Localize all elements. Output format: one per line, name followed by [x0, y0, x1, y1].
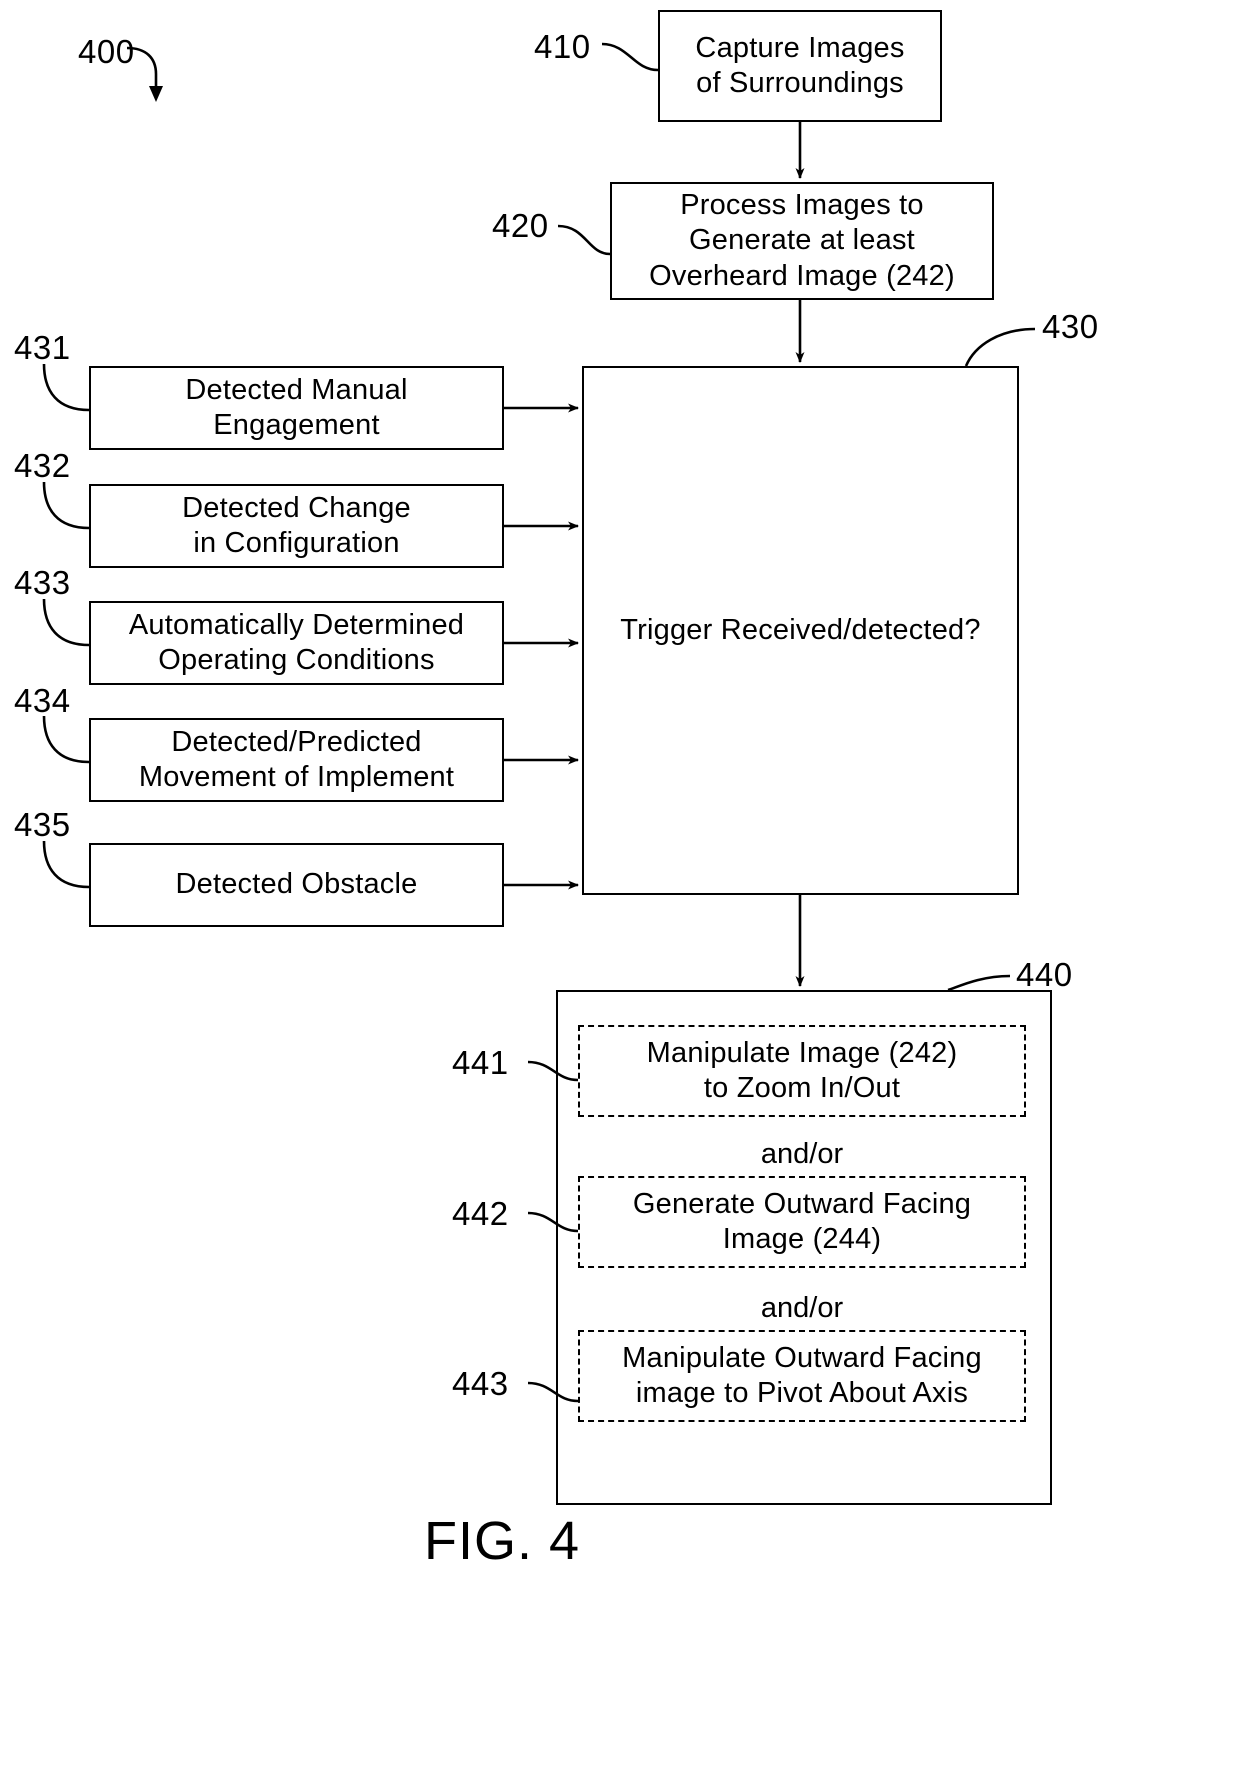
leader-431	[42, 363, 90, 412]
ref-label-431: 431	[14, 329, 71, 366]
node-manipulate-outward-facing-image-pivot-text: Manipulate Outward Facing image to Pivot…	[622, 1341, 982, 1409]
ref-label-400: 400	[78, 33, 135, 70]
patent-figure-4: 400 Capture Images of Surroundings 410 P…	[0, 0, 1240, 1766]
node-detected-change-in-configuration-text: Detected Change in Configuration	[182, 491, 411, 559]
node-automatically-determined-operating-conditions: Automatically Determined Operating Condi…	[89, 601, 504, 685]
ref-label-432: 432	[14, 447, 71, 484]
leader-434	[42, 715, 90, 764]
node-process-images-text: Process Images to Generate at least Over…	[649, 188, 955, 292]
node-detected-obstacle-text: Detected Obstacle	[175, 868, 418, 901]
node-generate-outward-facing-image: Generate Outward Facing Image (244)	[578, 1176, 1026, 1268]
node-process-images: Process Images to Generate at least Over…	[610, 182, 994, 300]
node-capture-images-text: Capture Images of Surroundings	[695, 31, 905, 99]
node-trigger-decision-text: Trigger Received/detected?	[620, 613, 981, 646]
leader-435	[42, 840, 90, 889]
leader-440	[947, 974, 1011, 992]
node-generate-outward-facing-image-text: Generate Outward Facing Image (244)	[632, 1187, 972, 1255]
ref-label-433: 433	[14, 564, 71, 601]
ref-label-442: 442	[452, 1195, 509, 1232]
ref-label-441: 441	[452, 1044, 509, 1081]
ref-label-443: 443	[452, 1365, 509, 1402]
node-manipulate-image-zoom: Manipulate Image (242) to Zoom In/Out	[578, 1025, 1026, 1117]
node-manipulate-outward-facing-image-pivot: Manipulate Outward Facing image to Pivot…	[578, 1330, 1026, 1422]
node-trigger-decision: Trigger Received/detected?	[582, 366, 1019, 895]
leader-410	[601, 42, 659, 72]
ref-label-435: 435	[14, 806, 71, 843]
leader-420	[557, 224, 611, 256]
ref-label-440: 440	[1016, 956, 1073, 993]
leader-433	[42, 598, 90, 647]
node-detected-manual-engagement-text: Detected Manual Engagement	[185, 373, 408, 441]
leader-430	[964, 327, 1036, 367]
node-automatically-determined-operating-conditions-text: Automatically Determined Operating Condi…	[128, 608, 465, 676]
node-manipulate-image-zoom-text: Manipulate Image (242) to Zoom In/Out	[646, 1036, 958, 1104]
node-detected-change-in-configuration: Detected Change in Configuration	[89, 484, 504, 568]
node-detected-predicted-movement-of-implement-text: Detected/Predicted Movement of Implement	[138, 725, 455, 793]
node-detected-predicted-movement-of-implement: Detected/Predicted Movement of Implement	[89, 718, 504, 802]
figure-caption: FIG. 4	[424, 1511, 581, 1571]
ref-label-420: 420	[492, 207, 549, 244]
node-detected-obstacle: Detected Obstacle	[89, 843, 504, 927]
ref-label-434: 434	[14, 682, 71, 719]
ref-label-410: 410	[534, 28, 591, 65]
node-capture-images: Capture Images of Surroundings	[658, 10, 942, 122]
node-detected-manual-engagement: Detected Manual Engagement	[89, 366, 504, 450]
and-or-separator-2: and/or	[760, 1292, 844, 1324]
ref-label-430: 430	[1042, 308, 1099, 345]
leader-432	[42, 481, 90, 530]
and-or-separator-1: and/or	[760, 1138, 844, 1170]
